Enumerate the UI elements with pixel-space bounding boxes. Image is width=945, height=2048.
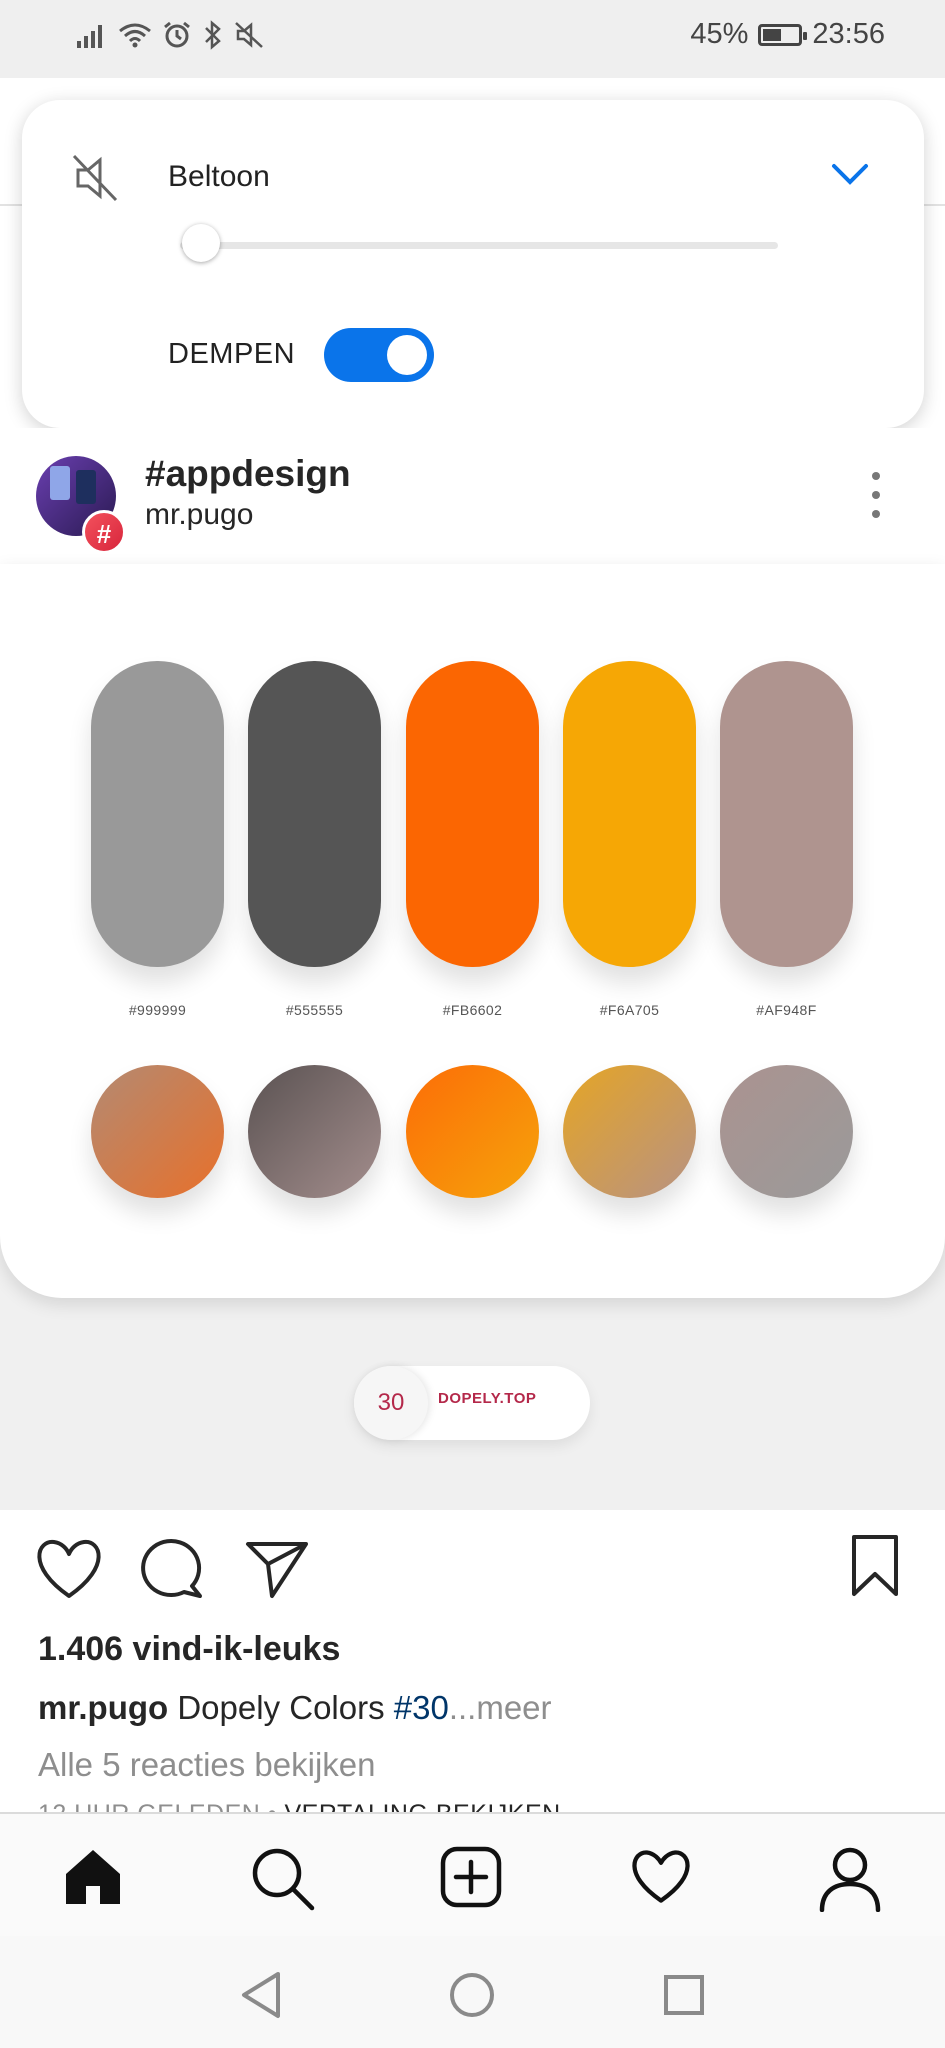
signal-icon xyxy=(77,25,102,48)
search-icon[interactable] xyxy=(250,1846,316,1912)
hashtag-badge: # xyxy=(82,510,126,554)
bookmark-icon[interactable] xyxy=(850,1534,900,1598)
caption-username[interactable]: mr.pugo xyxy=(38,1689,168,1726)
hex-label: #F6A705 xyxy=(599,1002,660,1018)
status-right: 45% 23:56 xyxy=(690,18,885,51)
gradient-swatch xyxy=(91,1065,224,1198)
add-post-icon[interactable] xyxy=(440,1846,502,1908)
hex-label: #AF948F xyxy=(756,1002,817,1018)
color-swatch xyxy=(91,661,224,967)
toggle-knob xyxy=(387,335,427,375)
hex-label: #555555 xyxy=(285,1002,344,1018)
battery-icon xyxy=(758,23,808,46)
post-header xyxy=(0,428,945,566)
share-send-icon[interactable] xyxy=(244,1538,310,1600)
volume-panel: Beltoon DEMPEN xyxy=(22,100,924,428)
status-icons xyxy=(76,20,264,50)
bluetooth-icon xyxy=(205,20,221,50)
caption-more-link[interactable]: ...meer xyxy=(449,1689,552,1726)
gradient-swatch xyxy=(720,1065,853,1198)
home-circle-icon[interactable] xyxy=(448,1970,496,2020)
volume-title: Beltoon xyxy=(168,160,270,193)
mute-toggle[interactable] xyxy=(324,328,434,382)
comment-icon[interactable] xyxy=(140,1538,206,1600)
activity-heart-icon[interactable] xyxy=(628,1846,694,1908)
post-username[interactable]: mr.pugo xyxy=(145,498,253,532)
color-swatch xyxy=(563,661,696,967)
alarm-icon xyxy=(164,21,190,48)
hex-label: #999999 xyxy=(128,1002,187,1018)
caption-text: Dopely Colors xyxy=(168,1689,394,1726)
gradient-swatch xyxy=(563,1065,696,1198)
post-title[interactable]: #appdesign xyxy=(145,453,351,495)
more-options-icon[interactable] xyxy=(870,472,882,518)
likes-count[interactable]: 1.406 vind-ik-leuks xyxy=(38,1630,340,1669)
chevron-down-icon[interactable] xyxy=(828,160,872,188)
clock: 23:56 xyxy=(812,18,885,50)
gradient-swatch xyxy=(406,1065,539,1198)
like-heart-icon[interactable] xyxy=(34,1538,104,1600)
back-icon[interactable] xyxy=(238,1970,286,2020)
ringer-muted-icon[interactable] xyxy=(70,150,122,206)
profile-icon[interactable] xyxy=(818,1846,882,1912)
pill-text: DOPELY.TOP xyxy=(438,1390,537,1407)
pill-number: 30 xyxy=(354,1366,428,1440)
view-comments-link[interactable]: Alle 5 reacties bekijken xyxy=(38,1746,376,1784)
volume-slider-thumb[interactable] xyxy=(182,224,220,262)
gradient-swatch xyxy=(248,1065,381,1198)
recents-icon[interactable] xyxy=(660,1970,708,2020)
home-icon[interactable] xyxy=(62,1846,124,1908)
hex-label: #FB6602 xyxy=(442,1002,503,1018)
mute-label: DEMPEN xyxy=(168,338,296,370)
color-swatch xyxy=(720,661,853,967)
volume-slider-track[interactable] xyxy=(180,242,778,249)
wifi-icon xyxy=(119,23,151,48)
color-swatch xyxy=(248,661,381,967)
status-bar: 45% 23:56 xyxy=(0,0,945,78)
color-swatch xyxy=(406,661,539,967)
battery-percent: 45% xyxy=(690,18,749,50)
mute-icon xyxy=(235,22,263,48)
caption-hashtag[interactable]: #30 xyxy=(394,1689,449,1726)
caption: mr.pugo Dopely Colors #30...meer xyxy=(38,1689,552,1727)
